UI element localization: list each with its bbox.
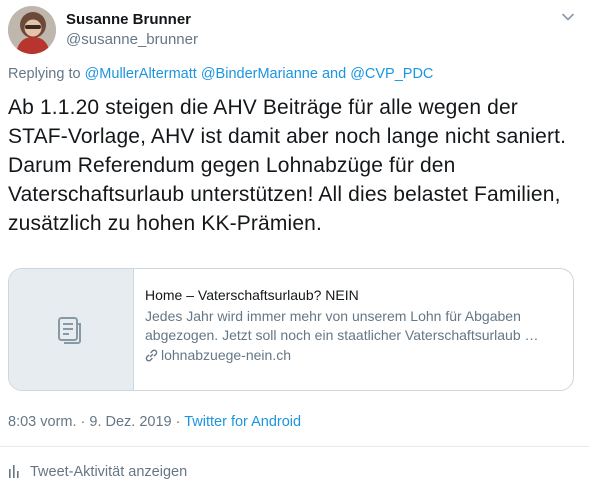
card-domain: lohnabzuege-nein.ch xyxy=(145,347,559,363)
card-thumbnail xyxy=(9,269,134,390)
link-card[interactable]: Home – Vaterschaftsurlaub? NEIN Jedes Ja… xyxy=(8,268,574,391)
meta-separator: · xyxy=(171,414,185,430)
tweet-meta: 8:03 vorm. · 9. Dez. 2019 · Twitter for … xyxy=(8,414,301,430)
author-handle[interactable]: @susanne_brunner xyxy=(66,31,198,48)
mention-link[interactable]: @CVP_PDC xyxy=(350,66,433,82)
card-description: Jedes Jahr wird immer mehr von unserem L… xyxy=(145,308,539,343)
tweet-activity-label[interactable]: Tweet-Aktivität anzeigen xyxy=(30,464,187,480)
tweet-activity-link[interactable]: Tweet-Aktivität anzeigen xyxy=(8,464,187,480)
avatar-image xyxy=(8,6,56,54)
replying-prefix: Replying to xyxy=(8,66,81,82)
bar-chart-icon xyxy=(9,465,19,478)
chevron-down-icon[interactable] xyxy=(561,10,575,24)
mention-link[interactable]: @BinderMarianne xyxy=(201,66,318,82)
avatar[interactable] xyxy=(8,6,56,54)
link-icon xyxy=(145,349,158,362)
author-name[interactable]: Susanne Brunner xyxy=(66,11,191,28)
document-icon xyxy=(58,317,81,344)
mention-link[interactable]: @MullerAltermatt xyxy=(85,66,197,82)
card-domain-text: lohnabzuege-nein.ch xyxy=(161,347,291,363)
tweet-header: Susanne Brunner @susanne_brunner xyxy=(8,6,581,56)
timestamp[interactable]: 8:03 vorm. · 9. Dez. 2019 xyxy=(8,414,172,430)
tweet-text: Ab 1.1.20 steigen die AHV Beiträge für a… xyxy=(8,96,567,235)
divider xyxy=(0,446,589,447)
replying-to: Replying to @MullerAltermatt @BinderMari… xyxy=(8,66,433,82)
source-link[interactable]: Twitter for Android xyxy=(184,414,301,430)
card-title: Home – Vaterschaftsurlaub? NEIN xyxy=(145,287,359,303)
card-body: Home – Vaterschaftsurlaub? NEIN Jedes Ja… xyxy=(145,287,559,363)
mention-and[interactable]: and xyxy=(322,66,346,82)
